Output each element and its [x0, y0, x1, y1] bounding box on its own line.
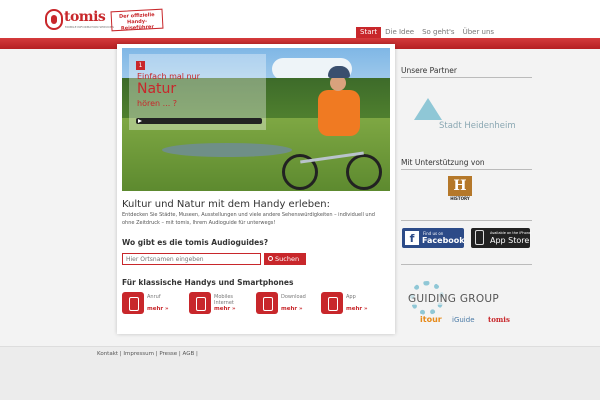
- main-content: 1 Einfach mal nur Natur hören ... ? Kult…: [117, 44, 395, 334]
- feature-app[interactable]: App mehr »: [321, 292, 383, 314]
- nav-die-idee[interactable]: Die Idee: [381, 27, 418, 38]
- support-heading: Mit Unterstützung von: [401, 158, 532, 170]
- search-question: Wo gibt es die tomis Audioguides?: [122, 238, 269, 247]
- cyclist-figure: [300, 66, 370, 136]
- cyclist-shirt: [318, 90, 360, 136]
- guiding-group-text: GUIDING GROUP: [408, 293, 500, 305]
- bike-wheel-front: [346, 154, 382, 190]
- appstore-big-text: App Store: [490, 236, 530, 245]
- feature-more-link[interactable]: mehr »: [147, 306, 169, 312]
- audio-player[interactable]: [136, 118, 262, 124]
- official-guide-stamp: Der offizielle Handy-Reiseführer: [110, 8, 164, 32]
- facebook-icon: f: [405, 231, 419, 245]
- smartphone-app-icon[interactable]: [321, 292, 343, 314]
- facebook-big-text: Facebook: [422, 236, 465, 245]
- bicycle: [282, 150, 382, 190]
- hero-line-2: Natur: [137, 81, 177, 97]
- search-button[interactable]: Suchen: [264, 253, 306, 265]
- logo-text: tomis: [64, 9, 106, 25]
- feature-title: Mobiles Internet: [214, 294, 234, 306]
- hero-image: 1 Einfach mal nur Natur hören ... ?: [122, 48, 390, 191]
- nav-so-gehts[interactable]: So geht's: [418, 27, 458, 38]
- guiding-group-logo[interactable]: GUIDING GROUP itour iGuide tomis: [406, 278, 531, 328]
- header: tomis MOBILE INFORMATION SERVICES Der of…: [0, 0, 600, 38]
- main-nav: Start Die Idee So geht's Über uns: [356, 27, 498, 38]
- search-icon: [268, 256, 273, 261]
- cyclist-helmet: [328, 66, 350, 78]
- footer-links[interactable]: Kontakt | Impressum | Presse | AGB |: [97, 351, 198, 357]
- history-channel-logo[interactable]: H HISTORY: [448, 176, 472, 202]
- logo-tagline: MOBILE INFORMATION SERVICES: [65, 25, 114, 29]
- hero-line-1: Einfach mal nur: [137, 72, 200, 81]
- download-icon[interactable]: [256, 292, 278, 314]
- divider: [401, 220, 532, 221]
- search-button-label: Suchen: [275, 255, 300, 263]
- feature-download[interactable]: Download mehr »: [256, 292, 318, 314]
- mobile-internet-icon[interactable]: [189, 292, 211, 314]
- iguide-logo: iGuide: [452, 316, 475, 324]
- feature-title: Download: [281, 294, 306, 300]
- iphone-icon: [475, 230, 484, 245]
- feature-mobiles-internet[interactable]: Mobiles Internet mehr »: [189, 292, 251, 314]
- feature-more-link[interactable]: mehr »: [214, 306, 236, 312]
- stadt-heidenheim-logo[interactable]: Stadt Heidenheim: [409, 95, 527, 137]
- itour-logo: itour: [420, 315, 442, 324]
- slide-number-badge[interactable]: 1: [136, 61, 145, 70]
- features-heading: Für klassische Handys und Smartphones: [122, 278, 294, 287]
- intro-text: Entdecken Sie Städte, Museen, Ausstellun…: [122, 212, 375, 226]
- facebook-badge[interactable]: f Find us on Facebook: [402, 228, 465, 248]
- partner-heading: Unsere Partner: [401, 66, 532, 78]
- nav-ueber-uns[interactable]: Über uns: [459, 27, 499, 38]
- nav-start[interactable]: Start: [356, 27, 382, 38]
- page-headline: Kultur und Natur mit dem Handy erleben:: [122, 199, 330, 210]
- tomis-logo[interactable]: tomis MOBILE INFORMATION SERVICES: [45, 9, 114, 31]
- heidenheim-mountain-icon: [414, 98, 442, 120]
- hero-line-3: hören ... ?: [137, 99, 178, 108]
- tomis-logo-icon: [45, 9, 63, 30]
- phone-call-icon[interactable]: [122, 292, 144, 314]
- hero-river: [162, 143, 292, 157]
- history-logo-label: HISTORY: [450, 196, 470, 201]
- hero-caption-overlay: 1 Einfach mal nur Natur hören ... ?: [129, 54, 266, 130]
- history-logo-mark: H: [448, 176, 472, 196]
- play-icon[interactable]: [138, 119, 142, 123]
- location-search-input[interactable]: [122, 253, 261, 265]
- feature-anruf[interactable]: Anruf mehr »: [122, 292, 184, 314]
- partner-name: Stadt Heidenheim: [439, 121, 516, 131]
- appstore-small-text: Available on the iPhone: [490, 231, 532, 235]
- divider: [401, 264, 532, 265]
- feature-title: App: [346, 294, 356, 300]
- feature-more-link[interactable]: mehr »: [346, 306, 368, 312]
- tomis-small-logo: tomis: [488, 315, 510, 324]
- feature-title: Anruf: [147, 294, 161, 300]
- footer: Kontakt | Impressum | Presse | AGB |: [0, 346, 600, 400]
- app-store-badge[interactable]: Available on the iPhone App Store: [471, 228, 532, 248]
- feature-more-link[interactable]: mehr »: [281, 306, 303, 312]
